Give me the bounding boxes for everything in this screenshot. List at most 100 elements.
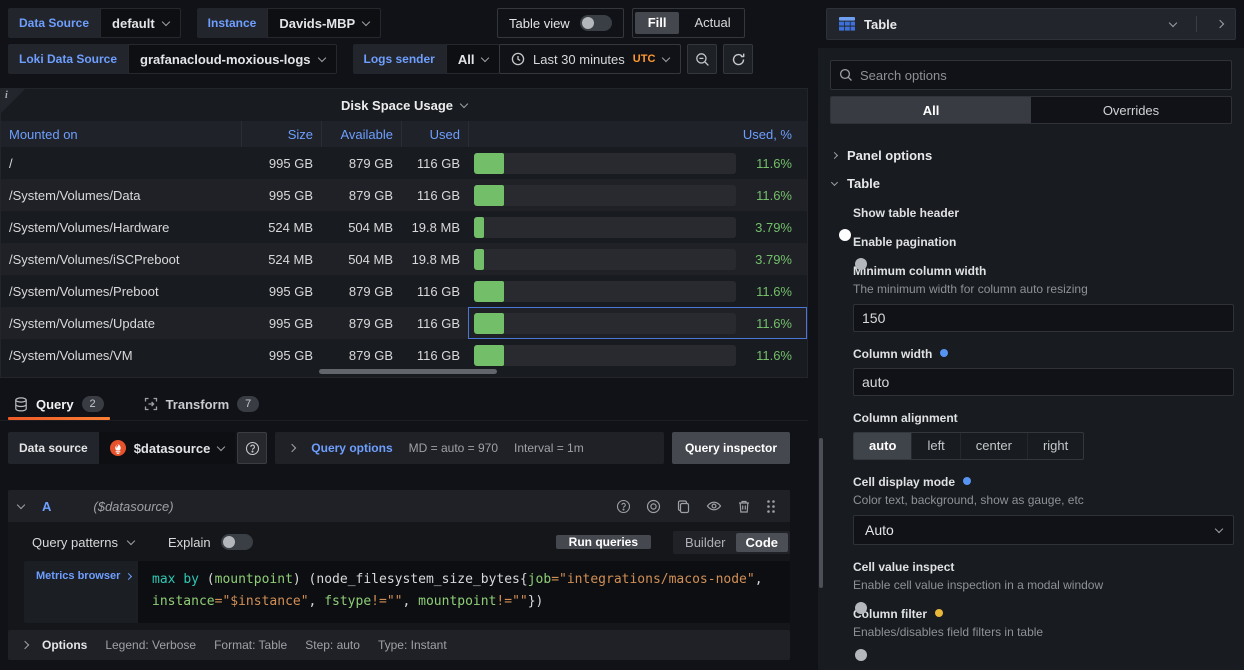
- field-min-column-width: Minimum column width The minimum width f…: [853, 264, 1232, 332]
- cell-used: 116 GB: [401, 316, 468, 331]
- table-row[interactable]: /System/Volumes/Preboot 995 GB 879 GB 11…: [1, 275, 807, 307]
- run-queries-button[interactable]: Run queries: [556, 535, 651, 549]
- column-header-available[interactable]: Available: [321, 121, 401, 147]
- alignment-auto[interactable]: auto: [854, 433, 911, 459]
- explain-toggle[interactable]: [221, 534, 253, 550]
- datasource-help-button[interactable]: [237, 432, 267, 464]
- code-option[interactable]: Code: [736, 533, 789, 552]
- cell-display-mode-select[interactable]: Auto: [853, 515, 1234, 545]
- collapse-pane-icon[interactable]: [1216, 20, 1224, 28]
- override-indicator-blue: [963, 477, 971, 485]
- datasource-value: $datasource: [134, 441, 211, 456]
- cell-available: 879 GB: [321, 284, 401, 299]
- column-width-input[interactable]: [853, 368, 1234, 396]
- help-circle-icon[interactable]: [616, 499, 631, 514]
- section-table[interactable]: Table: [828, 176, 1232, 191]
- cell-available: 879 GB: [321, 156, 401, 171]
- usage-pct-value: 11.6%: [746, 348, 792, 363]
- chevron-down-icon: [127, 536, 135, 544]
- cell-used-pct: 11.6%: [468, 339, 807, 371]
- promql-code-input[interactable]: max by (mountpoint) (node_filesystem_siz…: [138, 561, 790, 623]
- instance-variable-select[interactable]: Davids-MBP: [267, 8, 381, 38]
- horizontal-scrollbar[interactable]: [319, 369, 497, 374]
- step-summary: Step: auto: [305, 638, 360, 652]
- field-column-alignment: Column alignment auto left center right: [853, 411, 1232, 460]
- visualization-picker[interactable]: Table: [826, 8, 1236, 40]
- query-options-summary-bar[interactable]: Options Legend: Verbose Format: Table St…: [8, 630, 790, 660]
- tab-transform-label: Transform: [166, 397, 230, 412]
- visualization-name: Table: [864, 17, 897, 32]
- table-row[interactable]: /System/Volumes/iSCPreboot 524 MB 504 MB…: [1, 243, 807, 275]
- cell-used-pct-focused[interactable]: 11.6%: [468, 307, 807, 339]
- query-patterns-dropdown[interactable]: Query patterns: [32, 535, 134, 550]
- usage-gauge: [474, 249, 736, 270]
- eye-icon[interactable]: [706, 499, 722, 513]
- legend-summary: Legend: Verbose: [105, 638, 196, 652]
- cell-used: 19.8 MB: [401, 220, 468, 235]
- table-view-toggle[interactable]: [580, 15, 612, 31]
- time-range-picker[interactable]: Last 30 minutes UTC: [499, 44, 681, 74]
- query-inspector-button[interactable]: Query inspector: [672, 432, 790, 464]
- table-section-fields: Show table header Enable pagination Mini…: [853, 206, 1232, 639]
- chevron-right-icon: [125, 573, 132, 580]
- section-panel-options[interactable]: Panel options: [828, 148, 1232, 163]
- chevron-right-icon: [21, 641, 29, 649]
- table-view-label: Table view: [509, 16, 570, 31]
- usage-gauge: [474, 217, 736, 238]
- column-header-size[interactable]: Size: [241, 121, 321, 147]
- field-enable-pagination: Enable pagination: [853, 235, 1232, 249]
- column-header-mounted-on[interactable]: Mounted on: [1, 127, 241, 142]
- cell-mounted-on: /: [1, 156, 241, 171]
- var-instance: Instance Davids-MBP: [197, 8, 382, 38]
- logs-sender-select[interactable]: All: [446, 44, 501, 74]
- help-circle-icon: [245, 441, 260, 456]
- panel-info-corner[interactable]: i: [1, 89, 25, 113]
- table-row[interactable]: /System/Volumes/VM 995 GB 879 GB 116 GB …: [1, 339, 807, 371]
- tab-all[interactable]: All: [831, 97, 1031, 123]
- tab-transform[interactable]: Transform 7: [138, 388, 266, 420]
- chevron-down-icon[interactable]: [1169, 18, 1177, 26]
- column-header-used[interactable]: Used: [401, 121, 468, 147]
- alignment-left[interactable]: left: [911, 433, 959, 459]
- refresh-button[interactable]: [723, 44, 753, 74]
- query-row-header[interactable]: A ($datasource): [8, 490, 790, 522]
- copy-icon[interactable]: [676, 499, 691, 514]
- table-row[interactable]: / 995 GB 879 GB 116 GB 11.6%: [1, 147, 807, 179]
- tab-query[interactable]: Query 2: [8, 388, 110, 420]
- fill-option[interactable]: Fill: [635, 12, 680, 34]
- chevron-down-icon: [161, 17, 169, 25]
- actual-option[interactable]: Actual: [681, 12, 743, 34]
- panel-title: Disk Space Usage: [341, 98, 453, 113]
- table-row[interactable]: /System/Volumes/Update 995 GB 879 GB 116…: [1, 307, 807, 339]
- loki-data-source-select[interactable]: grafanacloud-moxious-logs: [128, 44, 336, 74]
- alignment-right[interactable]: right: [1027, 433, 1083, 459]
- alignment-center[interactable]: center: [960, 433, 1027, 459]
- builder-option[interactable]: Builder: [675, 533, 735, 552]
- promql-editor: Metrics browser max by (mountpoint) (nod…: [24, 561, 790, 623]
- query-options-bar[interactable]: Query options MD = auto = 970 Interval =…: [275, 432, 664, 464]
- table-row[interactable]: /System/Volumes/Data 995 GB 879 GB 116 G…: [1, 179, 807, 211]
- tab-overrides[interactable]: Overrides: [1031, 97, 1231, 123]
- table-header-row: Mounted on Size Available Used Used, %: [1, 121, 807, 147]
- metrics-browser-button[interactable]: Metrics browser: [24, 561, 138, 623]
- collapse-query-icon[interactable]: [17, 500, 25, 508]
- cell-size: 995 GB: [241, 188, 321, 203]
- usage-pct-value: 11.6%: [746, 316, 792, 331]
- column-header-used-pct[interactable]: Used, %: [468, 121, 807, 147]
- instance-variable-label: Instance: [197, 8, 268, 38]
- datasource-select[interactable]: $datasource: [99, 432, 236, 464]
- record-circle-icon[interactable]: [646, 499, 661, 514]
- trash-icon[interactable]: [737, 499, 751, 514]
- vertical-scrollbar[interactable]: [819, 438, 823, 588]
- min-column-width-input[interactable]: [853, 304, 1234, 332]
- options-list: Panel options Table Show table header En…: [818, 140, 1244, 670]
- query-options-label: Query options: [311, 441, 392, 455]
- usage-gauge: [474, 345, 736, 366]
- data-source-variable-select[interactable]: default: [100, 8, 181, 38]
- drag-handle-icon[interactable]: [766, 499, 776, 514]
- search-options-input[interactable]: [860, 68, 1223, 83]
- panel-title-menu[interactable]: Disk Space Usage: [1, 89, 807, 121]
- zoom-out-button[interactable]: [687, 44, 717, 74]
- usage-gauge: [474, 185, 736, 206]
- table-row[interactable]: /System/Volumes/Hardware 524 MB 504 MB 1…: [1, 211, 807, 243]
